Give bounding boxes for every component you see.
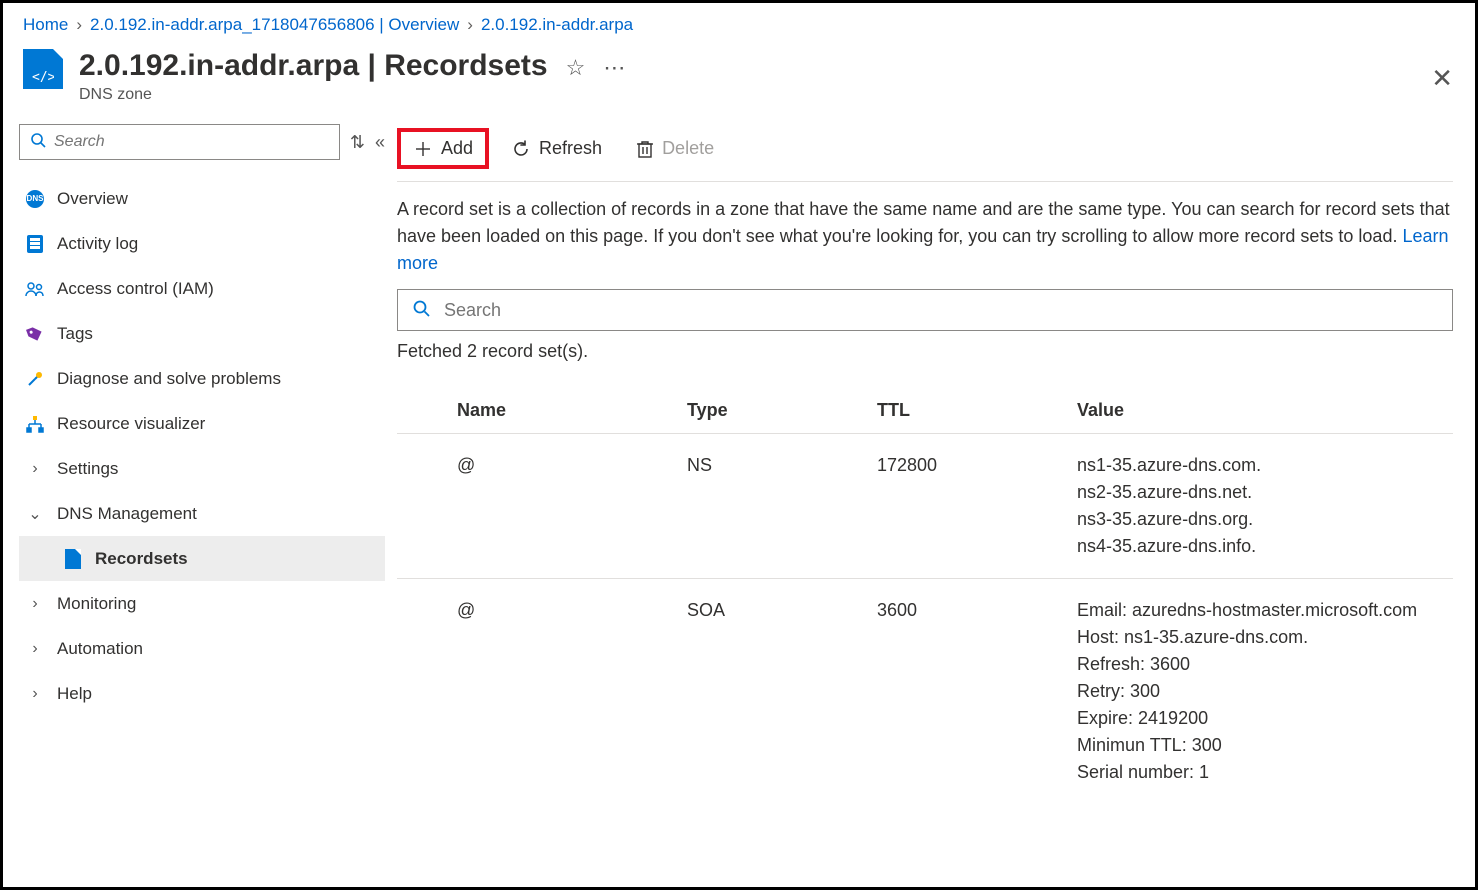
add-button[interactable]: Add bbox=[397, 128, 489, 169]
chevron-right-icon: › bbox=[25, 595, 45, 613]
sidebar-item-recordsets[interactable]: Recordsets bbox=[19, 536, 385, 581]
sidebar-item-dns-management[interactable]: ⌄ DNS Management bbox=[19, 491, 385, 536]
col-type[interactable]: Type bbox=[677, 388, 867, 434]
activity-log-icon bbox=[25, 235, 45, 253]
delete-button: Delete bbox=[624, 132, 726, 165]
chevron-right-icon: › bbox=[76, 15, 82, 35]
delete-button-label: Delete bbox=[662, 138, 714, 159]
sidebar-item-label: Overview bbox=[57, 189, 128, 209]
search-icon bbox=[412, 299, 430, 322]
sidebar-item-visualizer[interactable]: Resource visualizer bbox=[19, 401, 385, 446]
sidebar-item-label: Help bbox=[57, 684, 92, 704]
col-value[interactable]: Value bbox=[1067, 388, 1453, 434]
search-icon bbox=[30, 132, 46, 153]
more-ellipsis-icon[interactable]: ⋯ bbox=[603, 55, 625, 81]
table-row[interactable]: @SOA3600Email: azuredns-hostmaster.micro… bbox=[397, 579, 1453, 805]
sidebar: ⇅ « DNS Overview Activity log Access con… bbox=[19, 124, 391, 878]
svg-text:</>: </> bbox=[32, 70, 54, 83]
dns-icon: DNS bbox=[25, 190, 45, 208]
recordset-file-icon bbox=[63, 549, 83, 569]
cell-value: ns1-35.azure-dns.com.ns2-35.azure-dns.ne… bbox=[1067, 434, 1453, 579]
cell-value: Email: azuredns-hostmaster.microsoft.com… bbox=[1067, 579, 1453, 805]
chevron-right-icon: › bbox=[25, 460, 45, 478]
chevron-right-icon: › bbox=[25, 685, 45, 703]
page-title: 2.0.192.in-addr.arpa | Recordsets bbox=[79, 49, 548, 82]
people-icon bbox=[25, 281, 45, 297]
trash-icon bbox=[636, 139, 654, 159]
sidebar-item-label: Access control (IAM) bbox=[57, 279, 214, 299]
chevron-right-icon: › bbox=[25, 640, 45, 658]
cell-type: SOA bbox=[677, 579, 867, 805]
sidebar-item-label: Settings bbox=[57, 459, 118, 479]
recordsets-table: Name Type TTL Value @NS172800ns1-35.azur… bbox=[397, 388, 1453, 804]
refresh-button[interactable]: Refresh bbox=[499, 132, 614, 165]
hierarchy-icon bbox=[25, 415, 45, 433]
wrench-icon bbox=[25, 370, 45, 388]
sidebar-search-input[interactable] bbox=[54, 133, 329, 151]
chevron-down-icon: ⌄ bbox=[25, 504, 45, 524]
sidebar-item-label: Tags bbox=[57, 324, 93, 344]
sidebar-item-label: Automation bbox=[57, 639, 143, 659]
cell-ttl: 172800 bbox=[867, 434, 1067, 579]
recordset-search-input[interactable] bbox=[444, 300, 1438, 321]
sidebar-search[interactable] bbox=[19, 124, 340, 160]
breadcrumb-overview[interactable]: 2.0.192.in-addr.arpa_1718047656806 | Ove… bbox=[90, 15, 459, 35]
collapse-sidebar-icon[interactable]: « bbox=[375, 132, 385, 153]
sidebar-item-label: Recordsets bbox=[95, 549, 188, 569]
sidebar-item-overview[interactable]: DNS Overview bbox=[19, 176, 385, 221]
cell-type: NS bbox=[677, 434, 867, 579]
cell-name: @ bbox=[447, 434, 677, 579]
sidebar-item-label: Diagnose and solve problems bbox=[57, 369, 281, 389]
refresh-button-label: Refresh bbox=[539, 138, 602, 159]
sidebar-item-iam[interactable]: Access control (IAM) bbox=[19, 266, 385, 311]
add-button-label: Add bbox=[441, 138, 473, 159]
fetched-count: Fetched 2 record set(s). bbox=[397, 341, 1453, 362]
dns-zone-file-icon: </> bbox=[23, 49, 63, 89]
table-row[interactable]: @NS172800ns1-35.azure-dns.com.ns2-35.azu… bbox=[397, 434, 1453, 579]
page-header: </> 2.0.192.in-addr.arpa | Recordsets DN… bbox=[19, 45, 1459, 124]
sidebar-item-diagnose[interactable]: Diagnose and solve problems bbox=[19, 356, 385, 401]
sidebar-item-settings[interactable]: › Settings bbox=[19, 446, 385, 491]
plus-icon bbox=[413, 139, 433, 159]
expand-collapse-icon[interactable]: ⇅ bbox=[350, 132, 365, 153]
chevron-right-icon: › bbox=[467, 15, 473, 35]
breadcrumb-zone[interactable]: 2.0.192.in-addr.arpa bbox=[481, 15, 633, 35]
sidebar-item-label: DNS Management bbox=[57, 504, 197, 524]
sidebar-item-activity-log[interactable]: Activity log bbox=[19, 221, 385, 266]
favorite-star-icon[interactable]: ☆ bbox=[566, 55, 586, 81]
sidebar-item-tags[interactable]: Tags bbox=[19, 311, 385, 356]
sidebar-item-help[interactable]: › Help bbox=[19, 671, 385, 716]
sidebar-item-automation[interactable]: › Automation bbox=[19, 626, 385, 671]
sidebar-item-label: Resource visualizer bbox=[57, 414, 205, 434]
recordset-search[interactable] bbox=[397, 289, 1453, 331]
sidebar-item-label: Activity log bbox=[57, 234, 138, 254]
cell-name: @ bbox=[447, 579, 677, 805]
breadcrumb-home[interactable]: Home bbox=[23, 15, 68, 35]
breadcrumb: Home › 2.0.192.in-addr.arpa_171804765680… bbox=[19, 13, 1459, 45]
resource-type-label: DNS zone bbox=[79, 86, 548, 104]
col-ttl[interactable]: TTL bbox=[867, 388, 1067, 434]
sidebar-item-monitoring[interactable]: › Monitoring bbox=[19, 581, 385, 626]
cell-ttl: 3600 bbox=[867, 579, 1067, 805]
col-name[interactable]: Name bbox=[447, 388, 677, 434]
toolbar: Add Refresh Delete bbox=[397, 124, 1453, 182]
description-text: A record set is a collection of records … bbox=[397, 182, 1453, 289]
refresh-icon bbox=[511, 139, 531, 159]
tag-icon bbox=[23, 322, 48, 346]
close-icon[interactable]: ✕ bbox=[1431, 63, 1453, 94]
sidebar-item-label: Monitoring bbox=[57, 594, 136, 614]
main-content: Add Refresh Delete A record set is a col… bbox=[391, 124, 1459, 878]
